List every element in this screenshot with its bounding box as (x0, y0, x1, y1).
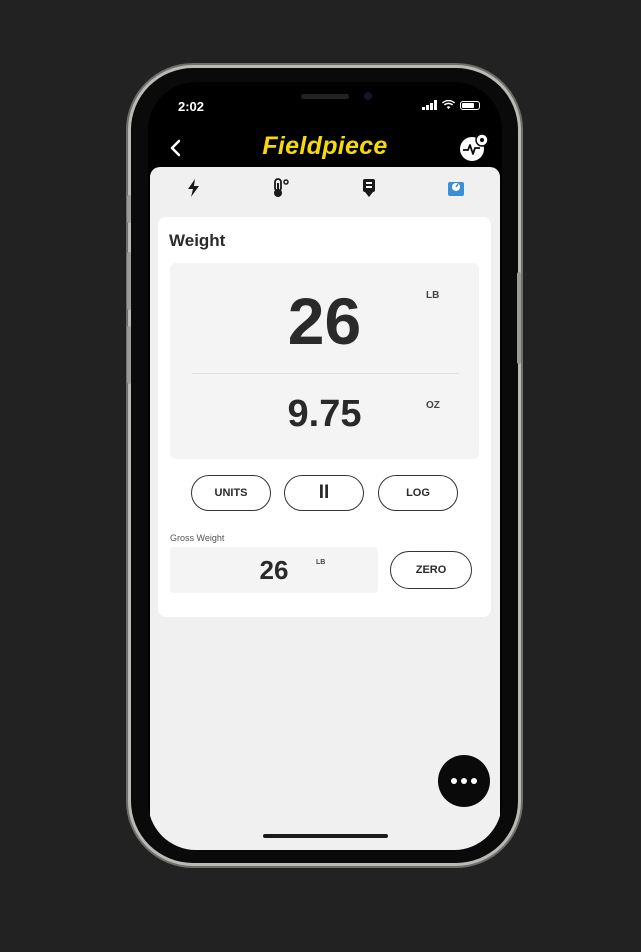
card-title: Weight (169, 231, 226, 250)
gross-weight-label: Gross Weight (170, 533, 225, 543)
battery-icon (460, 100, 480, 110)
side-button-volume-up (127, 252, 131, 310)
zero-button[interactable]: ZERO (390, 551, 472, 589)
side-button-volume-down (127, 326, 131, 384)
gross-weight-unit: LB (316, 559, 326, 566)
front-camera (364, 92, 372, 100)
side-button-power (517, 272, 521, 364)
main-content: Weight 26 LB 9.75 OZ UNITS II LOG Gross … (150, 167, 500, 850)
status-time: 2:02 (178, 99, 205, 114)
status-icons (422, 100, 480, 110)
gross-weight-value: 26 (259, 555, 289, 585)
tab-temperature[interactable] (239, 170, 323, 206)
primary-weight-unit: LB (426, 290, 440, 301)
tab-bar (150, 167, 500, 209)
pause-button[interactable]: II (284, 475, 364, 511)
phone-screen: 2:02 Fieldpiece Weight 26 LB 9.75 OZ UNI… (148, 82, 502, 850)
weight-card: Weight 26 LB 9.75 OZ UNITS II LOG Gross … (158, 217, 491, 617)
tab-electrical[interactable] (152, 170, 236, 206)
app-header: Fieldpiece (148, 130, 502, 170)
reading-divider (192, 373, 459, 374)
lightning-bolt-icon (187, 179, 199, 197)
side-button-mute (127, 195, 131, 223)
tab-scale[interactable] (414, 170, 498, 206)
gross-weight-box: 26 LB (170, 547, 378, 593)
more-options-button[interactable] (438, 755, 490, 807)
control-buttons: UNITS II LOG (158, 475, 491, 513)
brand-logo: Fieldpiece (262, 132, 388, 160)
thermometer-icon (274, 178, 289, 197)
more-dots-icon (449, 778, 479, 784)
wifi-icon (442, 100, 455, 110)
weight-reading-panel: 26 LB 9.75 OZ (170, 263, 479, 459)
home-indicator[interactable] (263, 834, 388, 838)
scale-icon (448, 182, 465, 196)
log-button[interactable]: LOG (378, 475, 458, 511)
secondary-weight-unit: OZ (426, 400, 440, 411)
signal-icon (422, 100, 437, 110)
units-button[interactable]: UNITS (191, 475, 271, 511)
refrigerant-tank-icon (362, 179, 375, 197)
status-bar: 2:02 (148, 82, 502, 130)
device-connect-icon[interactable] (458, 132, 490, 164)
speaker-grille (301, 94, 349, 99)
tab-refrigerant[interactable] (327, 170, 411, 206)
